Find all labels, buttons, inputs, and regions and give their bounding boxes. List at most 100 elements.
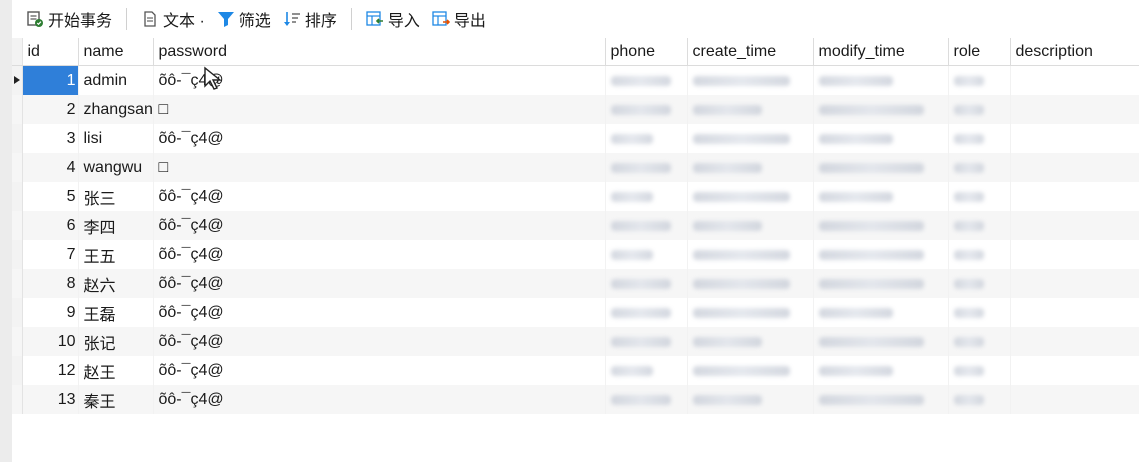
cell-role-redacted[interactable]	[948, 182, 1011, 211]
cell-modify-time-redacted[interactable]	[813, 385, 949, 414]
cell-password[interactable]: õô-¯ç4@	[153, 182, 606, 211]
cell-role-redacted[interactable]	[948, 327, 1011, 356]
cell-role-redacted[interactable]	[948, 95, 1011, 124]
row-indicator[interactable]	[12, 124, 23, 153]
cell-id[interactable]: 8	[22, 269, 79, 298]
row-indicator[interactable]	[12, 385, 23, 414]
column-header-create-time[interactable]: create_time	[687, 38, 814, 66]
cell-id[interactable]: 4	[22, 153, 79, 182]
cell-modify-time-redacted[interactable]	[813, 298, 949, 327]
cell-phone-redacted[interactable]	[605, 65, 688, 95]
cell-phone-redacted[interactable]	[605, 269, 688, 298]
cell-password[interactable]: □	[153, 153, 606, 182]
text-view-button[interactable]: 文本 ·	[137, 5, 209, 33]
cell-id[interactable]: 1	[22, 65, 79, 95]
row-indicator[interactable]	[12, 211, 23, 240]
cell-id[interactable]: 7	[22, 240, 79, 269]
cell-description[interactable]	[1010, 124, 1139, 153]
cell-create-time-redacted[interactable]	[687, 327, 814, 356]
cell-phone-redacted[interactable]	[605, 327, 688, 356]
row-indicator[interactable]	[12, 269, 23, 298]
begin-transaction-button[interactable]: 开始事务	[22, 5, 116, 33]
cell-phone-redacted[interactable]	[605, 153, 688, 182]
cell-description[interactable]	[1010, 95, 1139, 124]
cell-create-time-redacted[interactable]	[687, 211, 814, 240]
cell-name[interactable]: 赵王	[78, 356, 154, 385]
table-row[interactable]: 4 wangwu □	[12, 153, 1139, 182]
export-button[interactable]: 导出	[428, 5, 490, 33]
cell-role-redacted[interactable]	[948, 211, 1011, 240]
cell-id[interactable]: 12	[22, 356, 79, 385]
cell-password[interactable]: õô-¯ç4@	[153, 211, 606, 240]
cell-name[interactable]: lisi	[78, 124, 154, 153]
row-indicator[interactable]	[12, 240, 23, 269]
cell-role-redacted[interactable]	[948, 153, 1011, 182]
cell-phone-redacted[interactable]	[605, 95, 688, 124]
cell-password[interactable]: õô-¯ç4@	[153, 385, 606, 414]
cell-name[interactable]: 秦王	[78, 385, 154, 414]
column-header-password[interactable]: password	[153, 38, 606, 66]
cell-phone-redacted[interactable]	[605, 385, 688, 414]
cell-modify-time-redacted[interactable]	[813, 240, 949, 269]
cell-phone-redacted[interactable]	[605, 298, 688, 327]
cell-modify-time-redacted[interactable]	[813, 124, 949, 153]
cell-name[interactable]: 张记	[78, 327, 154, 356]
filter-button[interactable]: 筛选	[213, 5, 275, 33]
cell-name[interactable]: admin	[78, 65, 154, 95]
cell-description[interactable]	[1010, 65, 1139, 95]
row-indicator[interactable]	[12, 327, 23, 356]
cell-role-redacted[interactable]	[948, 240, 1011, 269]
cell-id[interactable]: 3	[22, 124, 79, 153]
cell-id[interactable]: 10	[22, 327, 79, 356]
cell-name[interactable]: 张三	[78, 182, 154, 211]
table-row[interactable]: 12 赵王 õô-¯ç4@	[12, 356, 1139, 385]
cell-role-redacted[interactable]	[948, 356, 1011, 385]
cell-create-time-redacted[interactable]	[687, 182, 814, 211]
cell-description[interactable]	[1010, 327, 1139, 356]
row-indicator[interactable]	[12, 65, 23, 95]
column-header-description[interactable]: description	[1010, 38, 1139, 66]
column-header-name[interactable]: name	[78, 38, 154, 66]
cell-create-time-redacted[interactable]	[687, 385, 814, 414]
row-indicator[interactable]	[12, 182, 23, 211]
cell-create-time-redacted[interactable]	[687, 240, 814, 269]
column-header-role[interactable]: role	[948, 38, 1011, 66]
cell-create-time-redacted[interactable]	[687, 95, 814, 124]
cell-name[interactable]: 王磊	[78, 298, 154, 327]
cell-id[interactable]: 9	[22, 298, 79, 327]
cell-modify-time-redacted[interactable]	[813, 211, 949, 240]
cell-name[interactable]: 赵六	[78, 269, 154, 298]
row-indicator[interactable]	[12, 356, 23, 385]
cell-modify-time-redacted[interactable]	[813, 153, 949, 182]
sort-button[interactable]: 排序	[279, 5, 341, 33]
cell-id[interactable]: 6	[22, 211, 79, 240]
cell-password[interactable]: õô-¯ç4@	[153, 327, 606, 356]
cell-phone-redacted[interactable]	[605, 124, 688, 153]
table-row[interactable]: 9 王磊 õô-¯ç4@	[12, 298, 1139, 327]
row-indicator[interactable]	[12, 298, 23, 327]
cell-name[interactable]: 李四	[78, 211, 154, 240]
cell-create-time-redacted[interactable]	[687, 124, 814, 153]
cell-name[interactable]: wangwu	[78, 153, 154, 182]
cell-role-redacted[interactable]	[948, 124, 1011, 153]
cell-role-redacted[interactable]	[948, 298, 1011, 327]
cell-id[interactable]: 2	[22, 95, 79, 124]
cell-password[interactable]: õô-¯ç4@	[153, 356, 606, 385]
table-row[interactable]: 2 zhangsan □	[12, 95, 1139, 124]
cell-modify-time-redacted[interactable]	[813, 356, 949, 385]
column-header-id[interactable]: id	[22, 38, 79, 66]
cell-role-redacted[interactable]	[948, 269, 1011, 298]
cell-create-time-redacted[interactable]	[687, 269, 814, 298]
cell-modify-time-redacted[interactable]	[813, 269, 949, 298]
column-header-modify-time[interactable]: modify_time	[813, 38, 949, 66]
cell-phone-redacted[interactable]	[605, 240, 688, 269]
table-row[interactable]: 13 秦王 õô-¯ç4@	[12, 385, 1139, 414]
cell-phone-redacted[interactable]	[605, 211, 688, 240]
cell-password[interactable]: õô-¯ç4@	[153, 298, 606, 327]
cell-description[interactable]	[1010, 298, 1139, 327]
column-header-phone[interactable]: phone	[605, 38, 688, 66]
cell-role-redacted[interactable]	[948, 385, 1011, 414]
cell-create-time-redacted[interactable]	[687, 298, 814, 327]
table-row[interactable]: 1 admin õô-¯ç4@	[12, 65, 1139, 95]
row-indicator[interactable]	[12, 153, 23, 182]
